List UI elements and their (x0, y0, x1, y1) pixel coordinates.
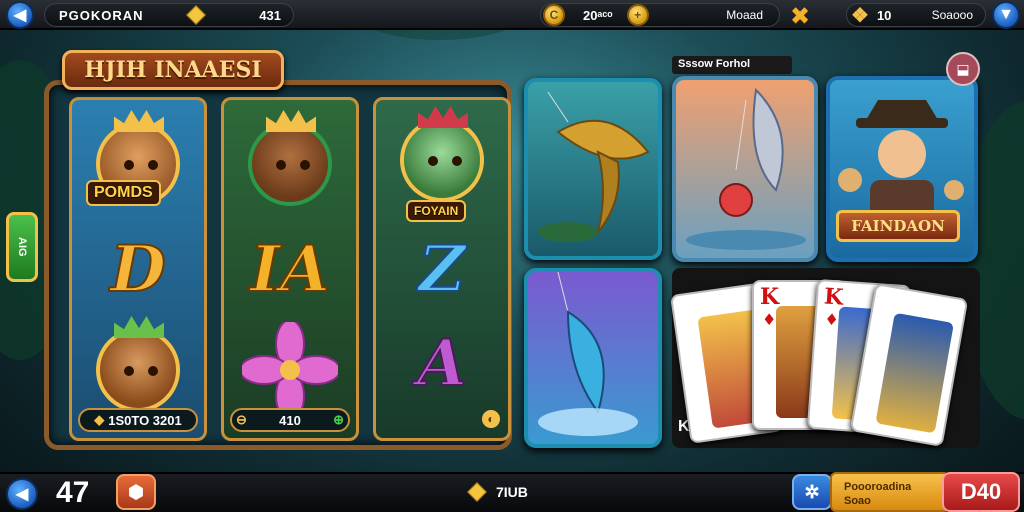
card4-rank: K (878, 288, 902, 318)
spin-label: D40 (960, 479, 1002, 504)
reel-3[interactable]: FOYAIN Z A ◐ (373, 97, 511, 441)
fishing-card-3[interactable] (672, 76, 818, 262)
bottom-bar: ◀ 47 ⬢ 7IUB ✲ Poooroadina Soao D40 (0, 472, 1024, 512)
fishing-card-2[interactable] (524, 268, 662, 448)
mode-label: Moaad (726, 8, 763, 22)
reel1-footer-value: 1S0TO 3201 (108, 412, 182, 428)
reel3-label: FOYAIN (406, 200, 467, 222)
reel1-label: POMDS (86, 180, 161, 206)
card2-suit: ♦ (762, 310, 777, 329)
side-tab[interactable]: AIG (6, 212, 38, 282)
gold-bar-icon (467, 482, 487, 502)
reel2-footer-value: 410 (279, 412, 301, 428)
center-info: 7IUB (467, 482, 528, 502)
promo-line-1: Poooroadina (844, 481, 912, 493)
plus-icon[interactable]: ⊕ (333, 412, 344, 428)
promo-button[interactable]: Poooroadina Soao (830, 472, 950, 512)
top-bar: ◀ PGOKORAN 431 C 20ᵃᶜᵒ + Moaad ✖ ❖ 10 So… (0, 0, 1024, 30)
reel1-letter-symbol: D (109, 231, 166, 308)
player-info-pill: PGOKORAN 431 (44, 3, 294, 27)
bet-value: 47 (56, 476, 90, 509)
reel2-top-symbol (248, 110, 332, 206)
forward-arrow-icon[interactable]: ▼ (992, 1, 1020, 29)
reel2-letter-symbol: IA (249, 231, 331, 308)
bet-decrease-arrow-icon[interactable]: ◀ (6, 478, 38, 510)
share-icon[interactable]: ⬓ (946, 52, 980, 86)
flower-symbol (242, 322, 338, 418)
game-title-banner: HJIH INAAESI (62, 50, 284, 90)
coins-value: 20ᵃᶜᵒ (583, 7, 613, 23)
back-arrow-icon[interactable]: ◀ (6, 1, 34, 29)
right-label: Soaooo (931, 8, 973, 22)
coin-icon: C (543, 4, 565, 26)
hero-name-banner: FAINDAON (836, 210, 960, 242)
player-value: 431 (259, 7, 281, 23)
shield-icon[interactable]: ⬢ (116, 474, 156, 510)
gems-value: 10 (876, 7, 892, 23)
reel3-z-symbol: Z (418, 231, 467, 308)
reel-1[interactable]: POMDS D ◆ 1S0TO 3201 (69, 97, 207, 441)
reel3-info-icon[interactable]: ◐ (482, 410, 500, 428)
reel3-letter-symbol: A (416, 325, 468, 402)
center-label: 7IUB (496, 484, 528, 500)
settings-gear-icon[interactable]: ✲ (792, 474, 832, 510)
gems-pill: ❖ 10 Soaooo (846, 3, 986, 27)
reel-2[interactable]: IA ⊖ 410 ⊕ (221, 97, 359, 441)
card3-rank: K (823, 283, 845, 311)
slot-machine: POMDS D ◆ 1S0TO 3201 IA ⊖ 410 ⊕ FOYAIN Z… (44, 80, 512, 450)
cross-tools-icon[interactable]: ✖ (790, 2, 810, 31)
reel2-footer: ⊖ 410 ⊕ (230, 408, 350, 432)
gem-icon (186, 5, 206, 25)
card2-rank: K (760, 284, 780, 310)
minus-icon[interactable]: ⊖ (236, 412, 247, 428)
promo-line-2: Soao (844, 495, 871, 507)
coin-plus-icon[interactable]: + (626, 4, 649, 26)
reel1-footer: ◆ 1S0TO 3201 (78, 408, 198, 432)
chest-icon: ❖ (851, 4, 869, 27)
card1-rank: K (678, 295, 702, 324)
player-name: PGOKORAN (59, 7, 144, 23)
spin-button[interactable]: D40 (942, 472, 1020, 512)
coins-pill: C 20ᵃᶜᵒ + Moaad (540, 3, 780, 27)
section-tag: Sssow Forhol (672, 56, 792, 74)
reel3-top-symbol (400, 106, 484, 202)
coin-small-icon: ◆ (94, 412, 105, 427)
fishing-card-1[interactable] (524, 78, 662, 260)
reel1-bottom-symbol (96, 316, 180, 412)
